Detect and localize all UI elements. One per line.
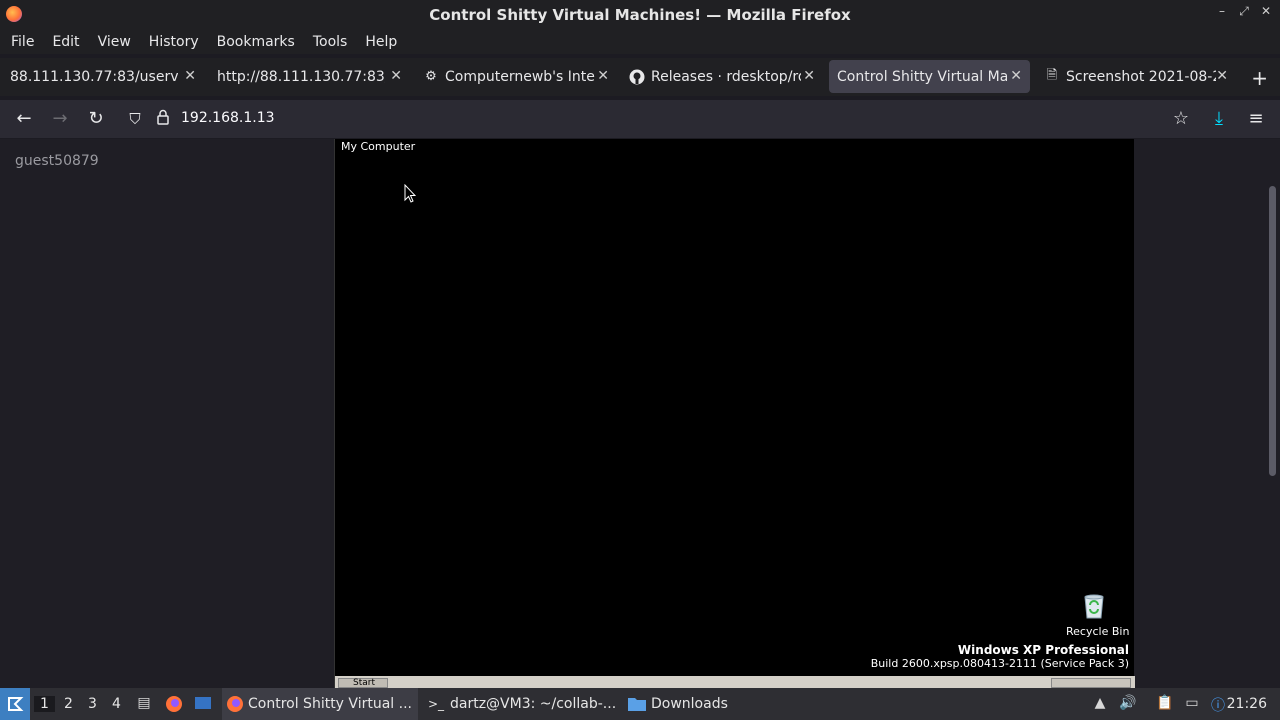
- close-tab-icon[interactable]: ✕: [1010, 68, 1022, 84]
- tab-releases[interactable]: Releases · rdesktop/rd ✕: [623, 60, 823, 93]
- firefox-icon: [226, 695, 244, 713]
- workspace-4[interactable]: 4: [112, 696, 121, 712]
- system-clock: 21:26: [1226, 696, 1267, 712]
- system-taskbar: 1 2 3 4 ▤ Control Shitty Virtual ... >_ …: [0, 688, 1280, 720]
- site-icon: ⚙: [425, 69, 437, 84]
- menu-file[interactable]: File: [2, 34, 43, 50]
- page-content: guest50879 My Computer Recycle Bin Windo…: [0, 139, 1280, 688]
- vm-start-button[interactable]: Start: [338, 678, 388, 688]
- workspace-2[interactable]: 2: [64, 696, 73, 712]
- new-tab-icon[interactable]: +: [1251, 66, 1268, 90]
- lock-icon[interactable]: [153, 109, 173, 129]
- username-label: guest50879: [15, 153, 99, 169]
- tab-title: Control Shitty Virtual Mac: [837, 68, 1007, 85]
- maximize-icon[interactable]: ⤢: [1238, 4, 1250, 19]
- file-manager-launcher-icon[interactable]: ▤: [135, 695, 153, 713]
- tray-expand-icon[interactable]: ▲: [1091, 695, 1109, 713]
- menu-help[interactable]: Help: [356, 34, 406, 50]
- close-tab-icon[interactable]: ✕: [390, 68, 402, 84]
- window-controls: – ⤢ ✕: [1216, 4, 1272, 19]
- recycle-bin-label[interactable]: Recycle Bin: [1066, 625, 1129, 638]
- firefox-launcher-icon[interactable]: [165, 695, 183, 713]
- hamburger-menu-icon[interactable]: ≡: [1246, 109, 1266, 129]
- close-tab-icon[interactable]: ✕: [1216, 68, 1228, 84]
- menu-bookmarks[interactable]: Bookmarks: [208, 34, 304, 50]
- tab-bar: 88.111.130.77:83/uservm ✕ http://88.111.…: [0, 58, 1280, 96]
- document-icon: 🗎: [1046, 67, 1058, 83]
- tab-http[interactable]: http://88.111.130.77:83/u ✕: [210, 60, 410, 93]
- close-tab-icon[interactable]: ✕: [803, 68, 815, 84]
- firefox-icon: [6, 6, 22, 22]
- scrollbar-track[interactable]: [1266, 139, 1280, 688]
- notification-icon[interactable]: ⓘ: [1209, 695, 1227, 714]
- reload-icon[interactable]: ↻: [86, 109, 106, 129]
- menu-bar: File Edit View History Bookmarks Tools H…: [0, 29, 1280, 54]
- vm-clock: [1051, 678, 1131, 688]
- tab-uservm[interactable]: 88.111.130.77:83/uservm ✕: [4, 60, 204, 93]
- minimize-icon[interactable]: –: [1216, 4, 1228, 19]
- forward-icon[interactable]: →: [50, 109, 70, 129]
- close-icon[interactable]: ✕: [1260, 4, 1272, 19]
- tab-title: 88.111.130.77:83/uservm: [10, 68, 178, 85]
- menu-edit[interactable]: Edit: [43, 34, 88, 50]
- workspace-3[interactable]: 3: [88, 696, 97, 712]
- menu-history[interactable]: History: [140, 34, 208, 50]
- clipboard-icon[interactable]: 📋: [1156, 695, 1174, 713]
- taskbar-window-terminal[interactable]: >_ dartz@VM3: ~/collab-...: [424, 688, 620, 720]
- scrollbar-thumb[interactable]: [1269, 186, 1276, 476]
- back-icon[interactable]: ←: [14, 109, 34, 129]
- close-tab-icon[interactable]: ✕: [184, 68, 196, 84]
- os-name-watermark: Windows XP Professional: [957, 643, 1129, 657]
- tab-title: Screenshot 2021-08-2: [1066, 68, 1216, 85]
- shield-icon[interactable]: ⛉: [125, 109, 145, 129]
- recycle-bin-icon[interactable]: [1080, 591, 1108, 619]
- os-build-watermark: Build 2600.xpsp.080413-2111 (Service Pac…: [870, 657, 1129, 670]
- taskbar-window-title: Downloads: [651, 696, 728, 712]
- github-icon: [629, 69, 645, 85]
- folder-icon: [627, 696, 647, 712]
- window-title: Control Shitty Virtual Machines! — Mozil…: [429, 5, 851, 24]
- vm-screen[interactable]: My Computer Recycle Bin Windows XP Profe…: [334, 139, 1135, 688]
- volume-icon[interactable]: 🔊: [1119, 695, 1137, 713]
- tab-title: http://88.111.130.77:83/u: [217, 68, 385, 85]
- workspace-1[interactable]: 1: [34, 696, 55, 712]
- tab-computernewb[interactable]: ⚙ Computernewb's Inter ✕: [417, 60, 617, 93]
- menu-tools[interactable]: Tools: [304, 34, 357, 50]
- tab-title: Computernewb's Inter: [445, 68, 595, 85]
- tab-control-vm[interactable]: Control Shitty Virtual Mac ✕: [829, 60, 1030, 93]
- terminal-launcher-icon[interactable]: [194, 695, 212, 713]
- menu-view[interactable]: View: [89, 34, 140, 50]
- taskbar-window-title: Control Shitty Virtual ...: [248, 696, 412, 712]
- vm-taskbar: Start: [335, 676, 1135, 688]
- tab-screenshot[interactable]: 🗎 Screenshot 2021-08-2 ✕: [1036, 60, 1236, 93]
- bookmark-star-icon[interactable]: ☆: [1171, 109, 1191, 129]
- start-menu-icon[interactable]: [0, 688, 30, 720]
- taskbar-window-downloads[interactable]: Downloads: [625, 688, 745, 720]
- taskbar-window-title: dartz@VM3: ~/collab-...: [450, 696, 617, 712]
- close-tab-icon[interactable]: ✕: [597, 68, 609, 84]
- download-icon[interactable]: ⤓: [1209, 109, 1229, 129]
- terminal-icon: >_: [428, 697, 445, 711]
- taskbar-window-firefox[interactable]: Control Shitty Virtual ...: [222, 688, 418, 720]
- url-bar[interactable]: 192.168.1.13: [181, 110, 275, 126]
- navigation-bar: ← → ↻ ⛉ 192.168.1.13 ☆ ⤓ ≡: [0, 100, 1280, 138]
- display-icon[interactable]: ▭: [1183, 695, 1201, 713]
- window-titlebar: Control Shitty Virtual Machines! — Mozil…: [0, 0, 1280, 29]
- tab-title: Releases · rdesktop/rd: [651, 68, 801, 85]
- my-computer-label[interactable]: My Computer: [341, 140, 415, 153]
